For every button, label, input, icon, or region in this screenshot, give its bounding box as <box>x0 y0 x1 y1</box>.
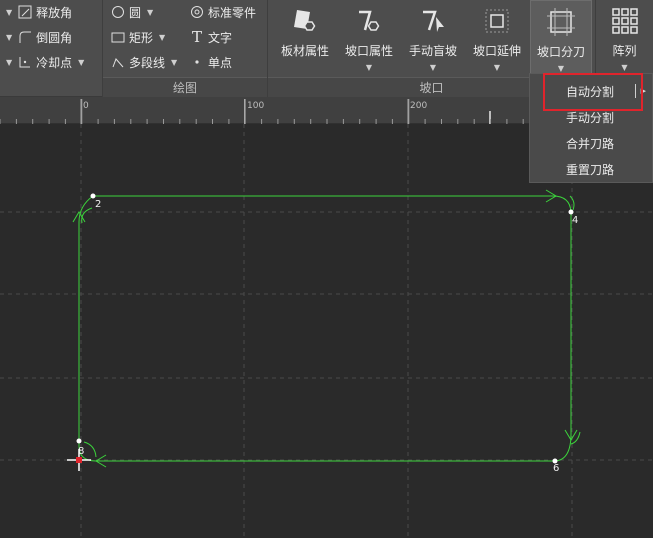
canvas-drawing[interactable]: 2 4 6 8 <box>0 124 653 538</box>
drawing-canvas[interactable]: 2 4 6 8 <box>0 124 653 538</box>
bevel-extend-button[interactable]: 坡口延伸 ▼ <box>466 0 528 76</box>
toolpath-rectangle[interactable] <box>72 189 581 468</box>
cooling-point-label: 冷却点 <box>36 55 73 70</box>
menu-item-manual-split-label: 手动分割 <box>566 110 615 125</box>
draw-group-label: 绘图 <box>103 77 267 97</box>
bevel-split-button[interactable]: 坡口分刀 ▼ <box>530 0 592 76</box>
canvas-grid <box>0 124 653 538</box>
release-corner-icon <box>18 5 32 19</box>
origin-crosshair-icon <box>67 449 91 471</box>
ruler-label-0: 0 <box>83 101 89 111</box>
point-label-2: 2 <box>95 199 101 210</box>
menu-item-reset-toolpath-label: 重置刀路 <box>566 162 615 177</box>
array-grid-icon <box>608 4 642 38</box>
bevel-properties-icon <box>352 4 386 38</box>
bevel-properties-label: 坡口属性 <box>344 44 393 58</box>
bevel-extend-icon <box>480 4 514 38</box>
circle-button[interactable]: 圆 ▼ <box>111 2 158 22</box>
point-label-4: 4 <box>572 215 578 226</box>
standard-part-button[interactable]: 标准零件 <box>190 2 256 22</box>
polyline-icon <box>111 55 125 69</box>
sheet-properties-button[interactable]: 板材属性 <box>274 0 336 76</box>
menu-item-reset-toolpath[interactable]: 重置刀路 <box>530 156 652 182</box>
text-label: 文字 <box>208 30 233 45</box>
ruler-label-100: 100 <box>247 101 264 111</box>
polyline-button[interactable]: 多段线 ▼ <box>111 52 182 72</box>
standard-part-label: 标准零件 <box>208 5 257 20</box>
menu-item-merge-toolpath[interactable]: 合并刀路 <box>530 130 652 156</box>
standard-part-icon <box>190 5 204 19</box>
ruler-label-200: 200 <box>410 101 427 111</box>
bevel-split-label: 坡口分刀 <box>536 45 585 59</box>
single-point-button[interactable]: 单点 <box>190 52 232 72</box>
fillet-icon <box>18 30 32 44</box>
polyline-label: 多段线 <box>129 55 166 70</box>
circle-icon <box>111 5 125 19</box>
point-label-6: 6 <box>553 463 559 474</box>
highlight-box <box>543 73 643 111</box>
manual-blind-bevel-icon <box>416 4 450 38</box>
bevel-properties-button[interactable]: 坡口属性 ▼ <box>338 0 400 76</box>
array-label: 阵列 <box>612 44 637 58</box>
rectangle-button[interactable]: 矩形 ▼ <box>111 27 170 47</box>
rectangle-label: 矩形 <box>129 30 154 45</box>
bevel-extend-label: 坡口延伸 <box>472 44 521 58</box>
manual-blind-bevel-button[interactable]: 手动盲坡 ▼ <box>402 0 464 76</box>
fillet-button[interactable]: ▼ 倒圆角 <box>6 27 72 47</box>
bevel-split-icon <box>544 5 578 39</box>
rectangle-icon <box>111 30 125 44</box>
vertex-point[interactable] <box>76 438 82 444</box>
menu-item-merge-toolpath-label: 合并刀路 <box>566 136 615 151</box>
draw-group: 圆 ▼ 矩形 ▼ 多段线 ▼ 标准零件 T 文字 单点 绘图 <box>103 0 268 97</box>
vertex-point[interactable] <box>90 193 96 199</box>
circle-label: 圆 <box>129 5 142 20</box>
cooling-point-icon <box>18 55 32 69</box>
fillet-label: 倒圆角 <box>36 30 73 45</box>
sheet-properties-icon <box>288 4 322 38</box>
text-icon: T <box>191 28 202 46</box>
release-corner-label: 释放角 <box>36 5 73 20</box>
release-corner-button[interactable]: ▼ 释放角 <box>6 2 72 22</box>
modify-group: ▼ 释放角 ▼ 倒圆角 ▼ 冷却点 ▼ <box>0 0 103 97</box>
vertex-point[interactable] <box>568 209 574 215</box>
sheet-properties-label: 板材属性 <box>280 44 329 58</box>
single-point-icon <box>190 55 204 69</box>
array-button[interactable]: 阵列 ▼ <box>596 0 653 76</box>
single-point-label: 单点 <box>208 55 233 70</box>
text-button[interactable]: T 文字 <box>190 27 232 47</box>
cooling-point-button[interactable]: ▼ 冷却点 ▼ <box>6 52 89 72</box>
manual-blind-bevel-label: 手动盲坡 <box>408 44 457 58</box>
